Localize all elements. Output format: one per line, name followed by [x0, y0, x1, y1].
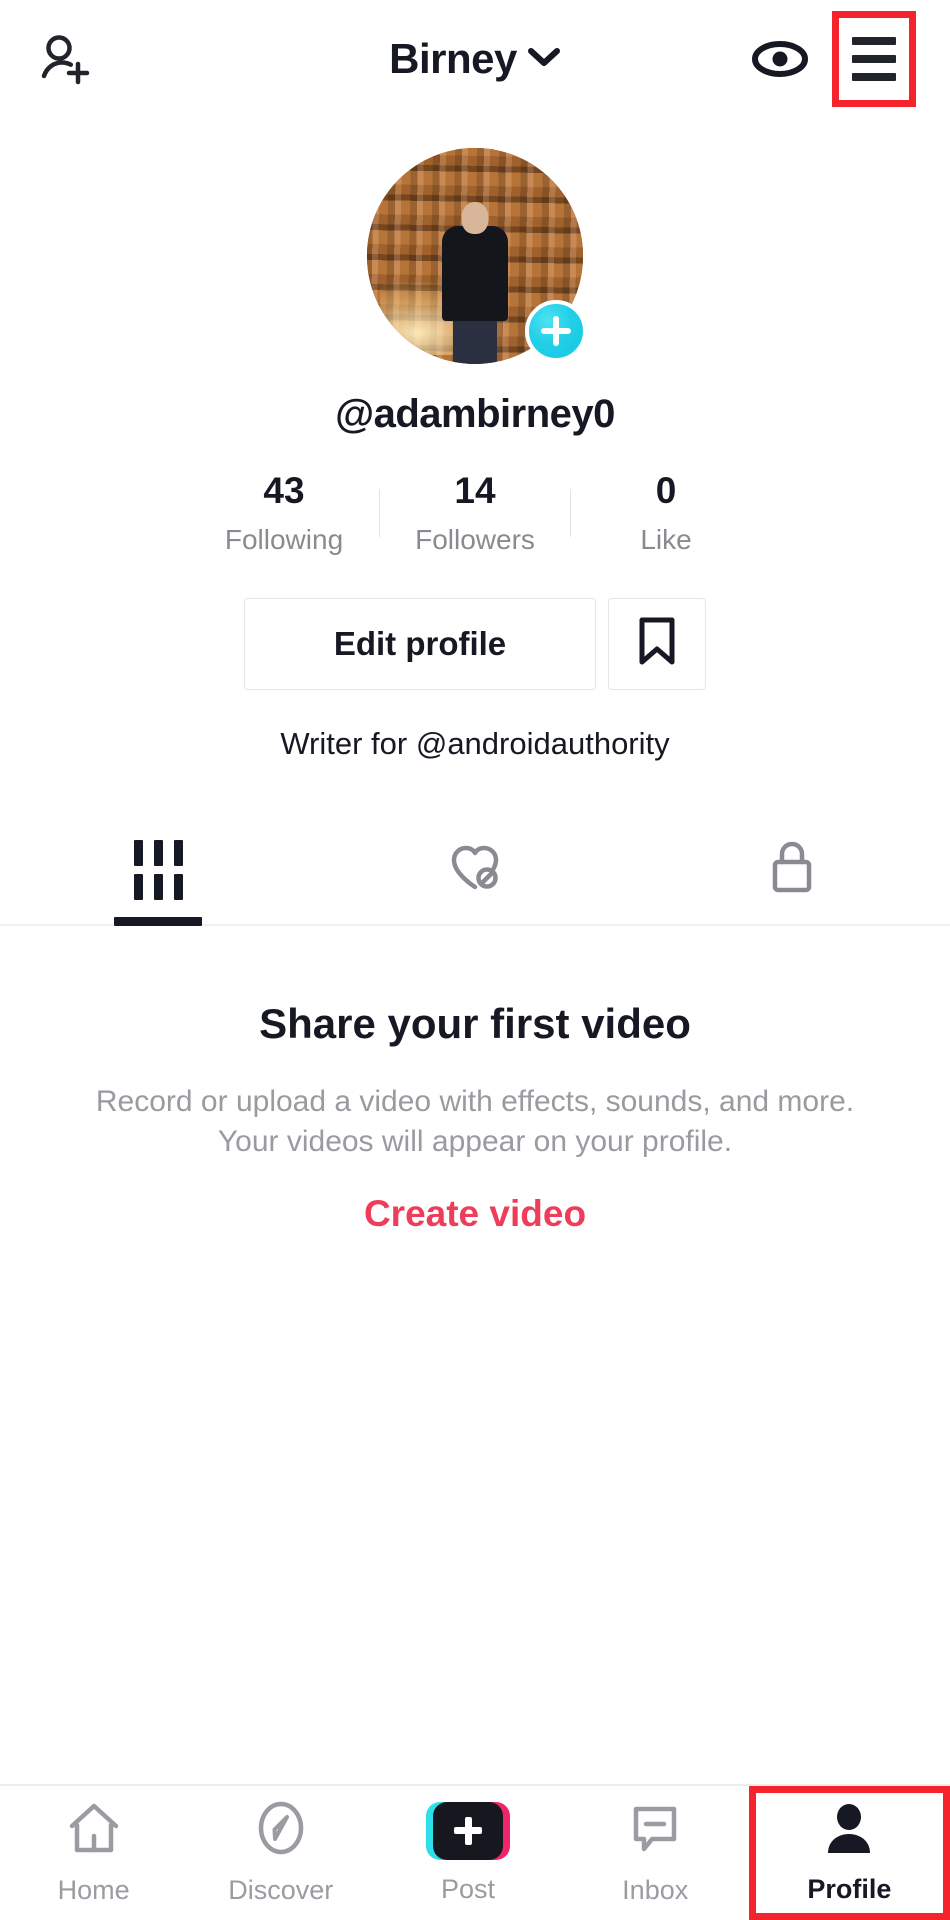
lock-icon	[767, 838, 817, 901]
nav-item-discover[interactable]: Discover	[187, 1786, 374, 1920]
nav-item-home[interactable]: Home	[0, 1786, 187, 1920]
profile-display-name: Birney	[389, 35, 517, 83]
content-spacer	[0, 1235, 950, 1784]
nav-label: Profile	[807, 1874, 891, 1905]
stat-value: 43	[263, 471, 304, 512]
bottom-navigation: Home Discover Post	[0, 1784, 950, 1920]
nav-item-post[interactable]: Post	[374, 1786, 561, 1920]
header-right-group	[750, 11, 916, 107]
stat-label: Following	[225, 524, 343, 556]
profile-handle: @adambirney0	[335, 392, 615, 437]
add-person-icon[interactable]	[34, 28, 96, 90]
nav-item-inbox[interactable]: Inbox	[562, 1786, 749, 1920]
stat-value: 0	[656, 471, 677, 512]
nav-label: Discover	[228, 1875, 333, 1906]
stat-following[interactable]: 43 Following	[189, 471, 379, 556]
avatar-container[interactable]	[367, 148, 583, 364]
message-minus-icon	[627, 1800, 683, 1861]
tab-videos[interactable]	[0, 816, 317, 924]
person-filled-icon	[822, 1801, 876, 1860]
avatar-person-head	[462, 202, 489, 234]
eye-icon[interactable]	[750, 37, 810, 81]
active-tab-underline	[114, 917, 202, 926]
hamburger-menu-button[interactable]	[832, 11, 916, 107]
profile-section: @adambirney0 43 Following 14 Followers 0…	[0, 118, 950, 1235]
post-plus-vertical	[465, 1817, 472, 1845]
edit-profile-button[interactable]: Edit profile	[244, 598, 596, 690]
hamburger-menu-icon	[852, 37, 896, 81]
compass-icon	[253, 1800, 309, 1861]
tiktok-profile-screen: Birney	[0, 0, 950, 1920]
tab-liked[interactable]	[317, 816, 634, 924]
tab-private[interactable]	[633, 816, 950, 924]
bookmark-button[interactable]	[608, 598, 706, 690]
content-tabs	[0, 816, 950, 926]
create-video-button[interactable]: Create video	[364, 1193, 586, 1235]
app-header: Birney	[0, 0, 950, 118]
plus-create-icon	[426, 1802, 510, 1860]
plus-icon-vertical	[553, 316, 559, 346]
stat-label: Followers	[415, 524, 535, 556]
avatar-person-body	[442, 226, 508, 321]
profile-stats: 43 Following 14 Followers 0 Like	[189, 471, 761, 556]
profile-bio: Writer for @androidauthority	[280, 726, 669, 762]
post-core	[433, 1802, 503, 1860]
nav-item-profile[interactable]: Profile	[749, 1786, 950, 1920]
stat-followers[interactable]: 14 Followers	[380, 471, 570, 556]
stat-label: Like	[640, 524, 691, 556]
add-profile-badge-button[interactable]	[525, 300, 587, 362]
grid-icon	[134, 840, 183, 900]
stat-likes[interactable]: 0 Like	[571, 471, 761, 556]
bookmark-icon	[635, 615, 679, 672]
nav-label: Inbox	[622, 1875, 688, 1906]
empty-state: Share your first video Record or upload …	[0, 926, 950, 1235]
nav-label: Home	[58, 1875, 130, 1906]
profile-actions: Edit profile	[244, 598, 706, 690]
heart-slash-icon	[446, 840, 504, 899]
empty-state-title: Share your first video	[259, 1000, 691, 1048]
nav-label: Post	[441, 1874, 495, 1905]
stat-value: 14	[454, 471, 495, 512]
empty-state-description: Record or upload a video with effects, s…	[90, 1082, 860, 1163]
chevron-down-icon	[527, 46, 561, 73]
home-icon	[65, 1800, 123, 1861]
header-left-group	[34, 28, 96, 90]
